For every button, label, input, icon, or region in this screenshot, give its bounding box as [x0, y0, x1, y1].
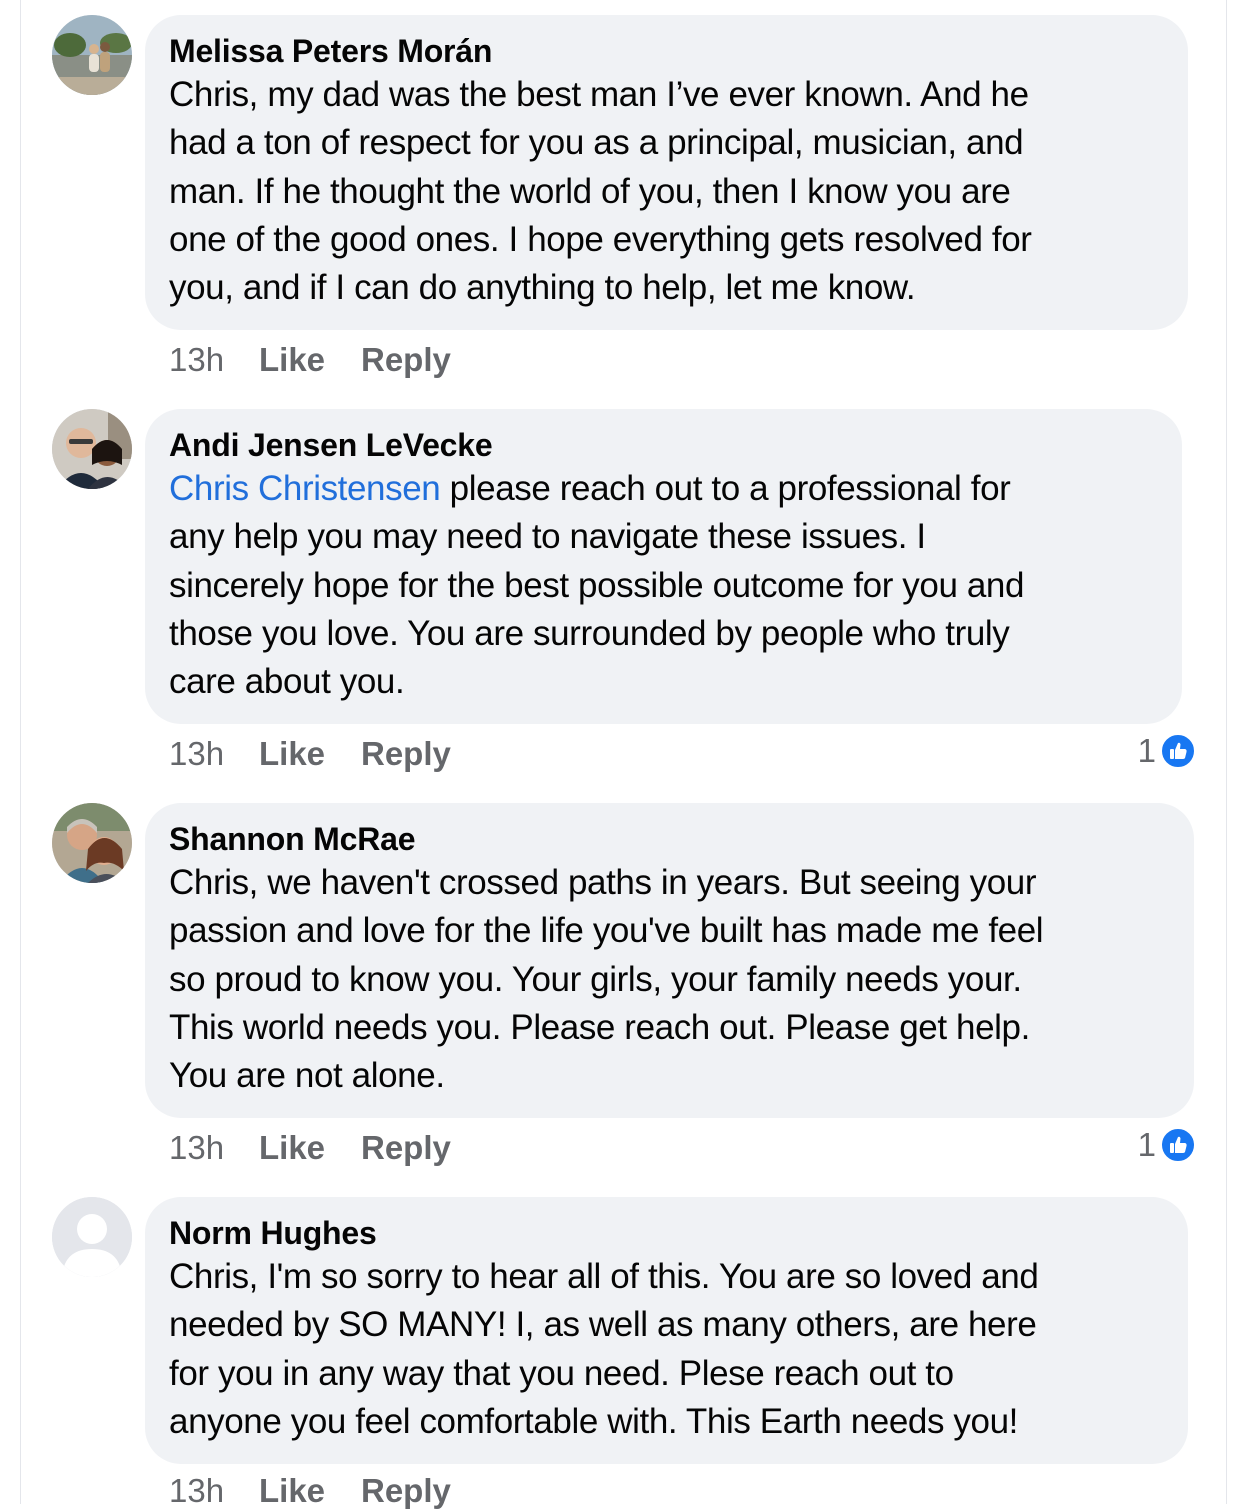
comment-timestamp[interactable]: 13h — [169, 340, 259, 380]
like-button[interactable]: Like — [259, 1128, 361, 1168]
avatar[interactable] — [52, 1197, 132, 1277]
reaction-count: 1 — [1137, 1126, 1156, 1163]
mention-link[interactable]: Chris Christensen — [169, 469, 441, 508]
comment-bubble: Norm Hughes Chris, I'm so sorry to hear … — [145, 1197, 1188, 1465]
reaction-count: 1 — [1137, 732, 1156, 769]
feed-border-right — [1226, 0, 1227, 1504]
comment-author[interactable]: Shannon McRae — [169, 819, 1170, 859]
like-button[interactable]: Like — [259, 734, 361, 774]
thumbs-up-icon — [1160, 1127, 1196, 1163]
beach-photo-icon — [52, 15, 132, 95]
comment-actions: 13h Like Reply — [169, 1128, 451, 1168]
default-profile-icon — [52, 1197, 132, 1277]
comment-actions: 13h Like Reply — [169, 734, 451, 774]
feed-border-left — [20, 0, 21, 1504]
like-button[interactable]: Like — [259, 340, 361, 380]
comment-author[interactable]: Andi Jensen LeVecke — [169, 425, 1158, 465]
comment-actions: 13h Like Reply — [169, 1471, 451, 1511]
couple-photo-icon — [52, 409, 132, 489]
couple-selfie-icon — [52, 803, 132, 883]
comment-text: Chris, my dad was the best man I’ve ever… — [169, 75, 1032, 308]
comment-timestamp[interactable]: 13h — [169, 1128, 259, 1168]
comment-bubble: Andi Jensen LeVecke Chris Christensen pl… — [145, 409, 1182, 725]
reply-button[interactable]: Reply — [361, 1471, 451, 1511]
comment-bubble: Melissa Peters Morán Chris, my dad was t… — [145, 15, 1188, 331]
reaction-summary[interactable]: 1 — [1138, 732, 1196, 770]
comment-author[interactable]: Melissa Peters Morán — [169, 31, 1164, 71]
comment-author[interactable]: Norm Hughes — [169, 1213, 1164, 1253]
comment-text: Chris, I'm so sorry to hear all of this.… — [169, 1257, 1039, 1441]
comment-actions: 13h Like Reply — [169, 340, 451, 380]
comment-text: Chris Christensen please reach out to a … — [169, 465, 1158, 706]
reply-button[interactable]: Reply — [361, 734, 451, 774]
reaction-summary[interactable]: 1 — [1138, 1126, 1196, 1164]
avatar[interactable] — [52, 409, 132, 489]
comment-text: Chris, we haven't crossed paths in years… — [169, 863, 1044, 1096]
reply-button[interactable]: Reply — [361, 340, 451, 380]
comment-timestamp[interactable]: 13h — [169, 734, 259, 774]
comment-timestamp[interactable]: 13h — [169, 1471, 259, 1511]
thumbs-up-icon — [1160, 733, 1196, 769]
reply-button[interactable]: Reply — [361, 1128, 451, 1168]
avatar[interactable] — [52, 803, 132, 883]
comment-bubble: Shannon McRae Chris, we haven't crossed … — [145, 803, 1194, 1119]
like-button[interactable]: Like — [259, 1471, 361, 1511]
avatar[interactable] — [52, 15, 132, 95]
